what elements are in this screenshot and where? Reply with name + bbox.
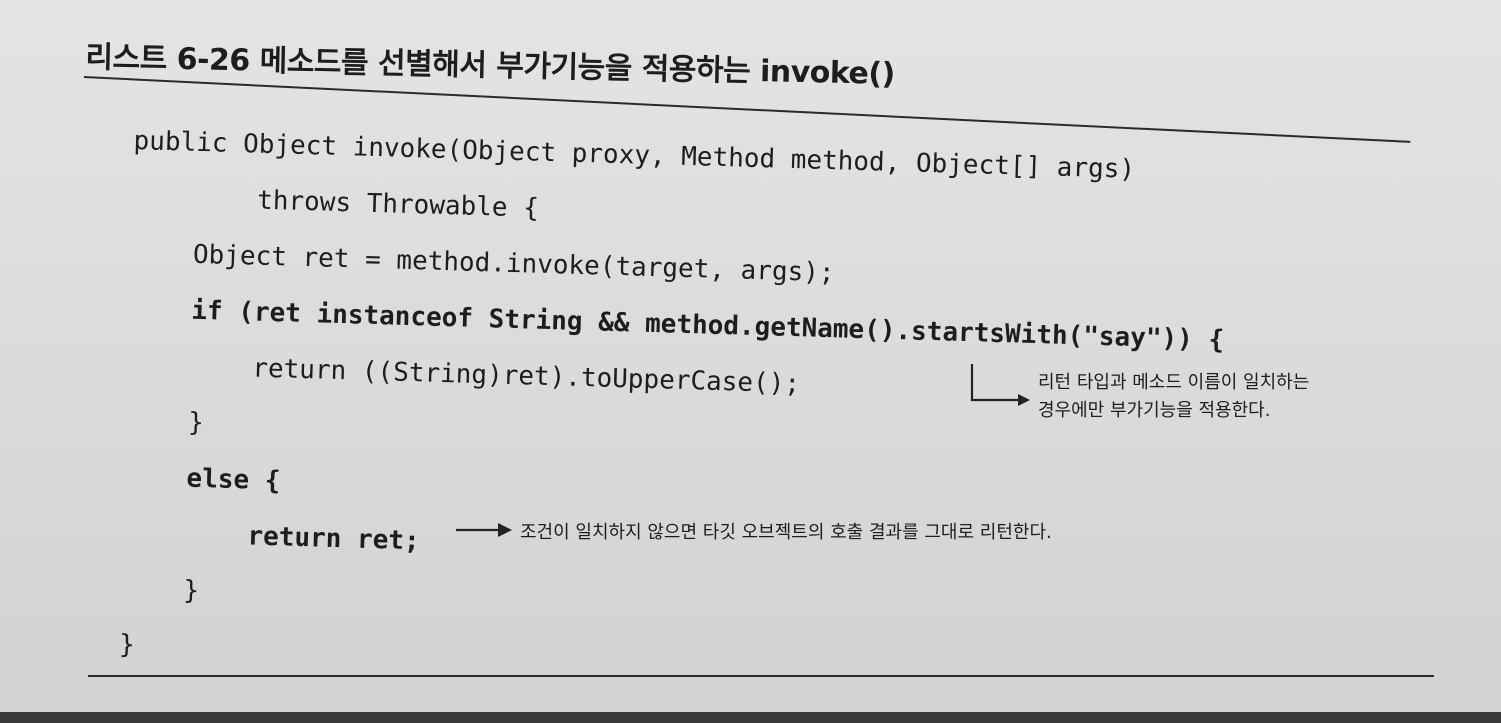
annotation-return-type-line1: 리턴 타입과 메소드 이름이 일치하는 — [1038, 372, 1310, 393]
code-line-3: Object ret = method.invoke(target, args)… — [129, 237, 835, 289]
bent-arrow-icon — [970, 364, 1030, 406]
code-line-5: return ((String)ret).toUpperCase(); — [126, 349, 801, 400]
code-line-1: public Object invoke(Object proxy, Metho… — [133, 126, 1136, 185]
book-page: 리스트 6-26 메소드를 선별해서 부가기능을 적용하는 invoke() p… — [0, 0, 1501, 723]
code-line-7: else { — [123, 461, 281, 497]
code-line-8: return ret; — [121, 517, 421, 557]
scan-edge — [0, 712, 1501, 723]
code-line-2: throws Throwable { — [131, 181, 540, 224]
code-line-10: } — [118, 629, 136, 661]
right-arrow-icon — [456, 523, 512, 537]
annotation-return-type-line2: 경우에만 부가기능을 적용한다. — [1038, 400, 1271, 421]
code-line-4: if (ret instanceof String && method.getN… — [128, 293, 1225, 356]
listing-bottom-rule — [88, 675, 1434, 677]
code-line-9: } — [120, 573, 200, 607]
annotation-else-note: 조건이 일치하지 않으면 타깃 오브젝트의 호출 결과를 그대로 리턴한다. — [520, 522, 1052, 543]
code-line-6: } — [125, 405, 205, 439]
